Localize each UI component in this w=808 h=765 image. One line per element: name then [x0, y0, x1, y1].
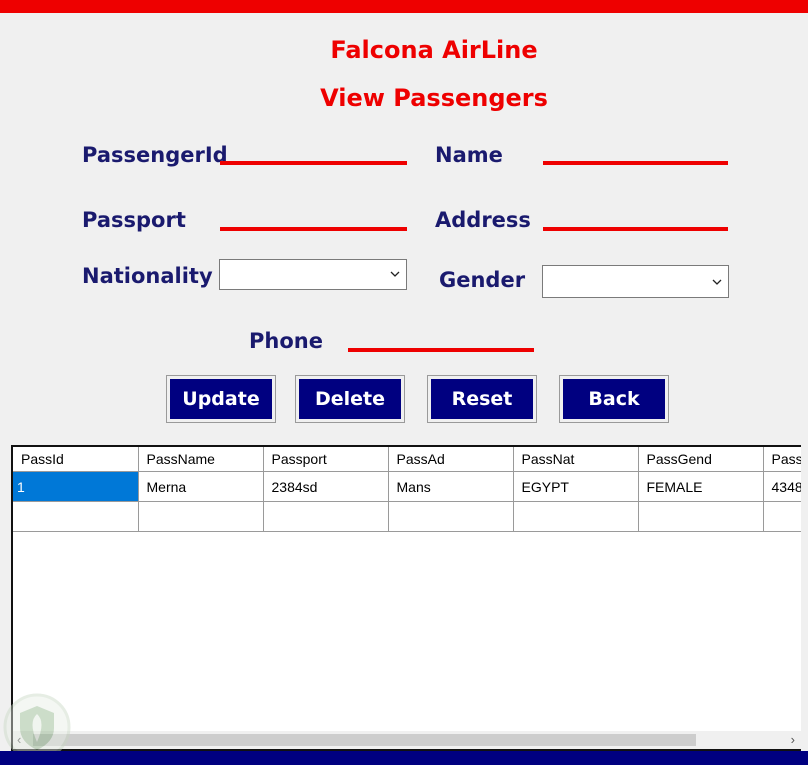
- chevron-down-icon: [712, 279, 722, 285]
- nationality-dropdown[interactable]: [219, 259, 407, 290]
- table-cell[interactable]: [638, 501, 764, 532]
- address-field[interactable]: [543, 227, 728, 231]
- phone-field[interactable]: [348, 348, 534, 352]
- column-header[interactable]: Passport: [263, 447, 389, 472]
- table-row[interactable]: [13, 501, 801, 532]
- table-cell[interactable]: FEMALE: [638, 471, 764, 502]
- table-cell[interactable]: [513, 501, 639, 532]
- column-header[interactable]: PassName: [138, 447, 264, 472]
- passport-field[interactable]: [220, 227, 407, 231]
- update-button-label: Update: [170, 379, 272, 419]
- table-row[interactable]: 1 Merna 2384sd Mans EGYPT FEMALE 43486: [13, 471, 801, 502]
- grid-header-row: PassId PassName Passport PassAd PassNat …: [13, 447, 801, 472]
- table-cell[interactable]: EGYPT: [513, 471, 639, 502]
- phone-label: Phone: [249, 329, 323, 353]
- table-cell[interactable]: [13, 501, 139, 532]
- table-cell[interactable]: [138, 501, 264, 532]
- delete-button-label: Delete: [299, 379, 401, 419]
- back-button[interactable]: Back: [559, 375, 669, 423]
- horizontal-scrollbar[interactable]: ‹ ›: [13, 731, 801, 749]
- gender-label: Gender: [439, 268, 526, 292]
- table-cell[interactable]: [388, 501, 514, 532]
- table-cell[interactable]: 1: [13, 471, 139, 502]
- table-cell[interactable]: [263, 501, 389, 532]
- address-label: Address: [435, 208, 531, 232]
- reset-button[interactable]: Reset: [427, 375, 537, 423]
- nationality-label: Nationality: [82, 264, 213, 288]
- passport-label: Passport: [82, 208, 186, 232]
- column-header[interactable]: PassPhone: [763, 447, 801, 472]
- page-title: View Passengers: [320, 84, 548, 112]
- table-cell[interactable]: 2384sd: [263, 471, 389, 502]
- table-cell[interactable]: [763, 501, 801, 532]
- reset-button-label: Reset: [431, 379, 533, 419]
- passengers-grid[interactable]: PassId PassName Passport PassAd PassNat …: [11, 445, 801, 751]
- chevron-right-icon[interactable]: ›: [791, 732, 795, 747]
- name-field[interactable]: [543, 161, 728, 165]
- scrollbar-thumb[interactable]: [33, 734, 696, 746]
- passenger-id-field[interactable]: [220, 161, 407, 165]
- top-accent-bar: [0, 0, 808, 13]
- column-header[interactable]: PassAd: [388, 447, 514, 472]
- app-title: Falcona AirLine: [330, 36, 538, 64]
- table-cell[interactable]: Merna: [138, 471, 264, 502]
- table-cell[interactable]: 43486: [763, 471, 801, 502]
- table-cell[interactable]: Mans: [388, 471, 514, 502]
- column-header[interactable]: PassNat: [513, 447, 639, 472]
- name-label: Name: [435, 143, 503, 167]
- column-header[interactable]: PassId: [13, 447, 139, 472]
- column-header[interactable]: PassGend: [638, 447, 764, 472]
- back-button-label: Back: [563, 379, 665, 419]
- passenger-id-label: PassengerId: [82, 143, 228, 167]
- bottom-accent-bar: [0, 751, 808, 765]
- update-button[interactable]: Update: [166, 375, 276, 423]
- chevron-down-icon: [390, 271, 400, 277]
- gender-dropdown[interactable]: [542, 265, 729, 298]
- delete-button[interactable]: Delete: [295, 375, 405, 423]
